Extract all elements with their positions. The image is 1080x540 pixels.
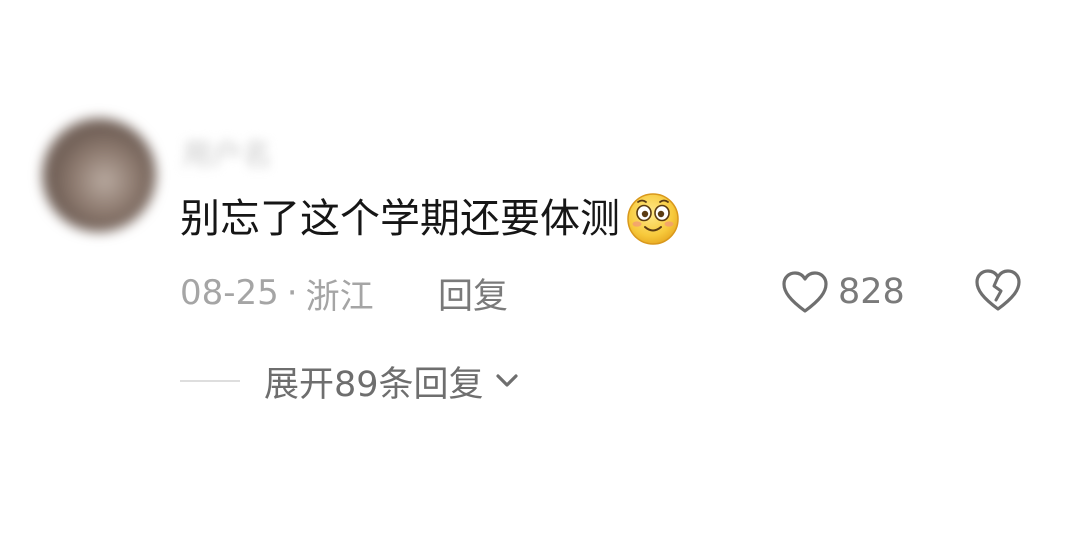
dislike-button[interactable] <box>972 266 1024 316</box>
comment-meta: 08-25 · 浙江 <box>180 270 374 317</box>
comment-location: 浙江 <box>305 276 374 317</box>
username[interactable]: 用户名 <box>182 130 272 174</box>
expand-replies-button[interactable]: 展开89条回复 <box>180 356 524 406</box>
comment-text: 别忘了这个学期还要体测 <box>180 196 620 242</box>
expand-replies-label: 展开89条回复 <box>264 364 484 405</box>
heart-icon <box>782 271 828 313</box>
expand-divider <box>180 380 240 382</box>
meta-separator: · <box>286 273 298 313</box>
avatar[interactable] <box>42 118 156 232</box>
reply-button[interactable]: 回复 <box>438 270 508 317</box>
comment-body: 别忘了这个学期还要体测 <box>180 192 680 246</box>
comment-item: 用户名 别忘了这个学期还要体测 08-25 · 浙江 回复 828 展开89条回… <box>0 0 1080 540</box>
comment-date: 08-25 <box>180 273 279 313</box>
chevron-down-icon <box>495 374 518 387</box>
like-count: 828 <box>838 272 905 312</box>
smiley-emoji-icon <box>627 193 679 245</box>
like-button[interactable]: 828 <box>780 268 905 316</box>
broken-heart-icon <box>975 269 1021 311</box>
